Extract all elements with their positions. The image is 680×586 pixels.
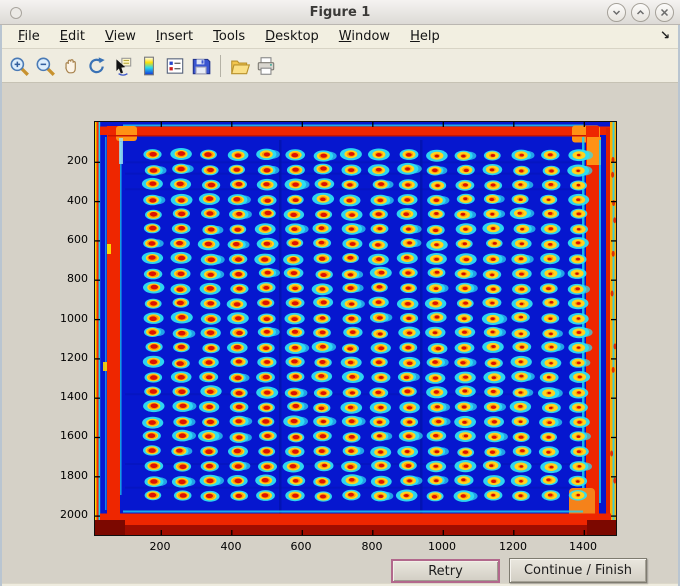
menubar: File Edit View Insert Tools Desktop Window Help… bbox=[2, 25, 678, 49]
y-tick-label: 600 bbox=[67, 233, 88, 246]
x-tick-label: 1200 bbox=[499, 540, 527, 553]
microarray-image bbox=[95, 122, 616, 535]
titlebar[interactable]: Figure 1 bbox=[0, 0, 680, 25]
menu-item-help[interactable]: Help bbox=[400, 27, 450, 46]
print-icon[interactable] bbox=[253, 53, 279, 79]
menu-item-desktop[interactable]: Desktop bbox=[255, 27, 329, 46]
plot-axes[interactable] bbox=[94, 121, 617, 536]
legend-icon[interactable] bbox=[162, 53, 188, 79]
window-menu-icon[interactable] bbox=[10, 7, 22, 19]
data-cursor-icon[interactable] bbox=[110, 53, 136, 79]
y-tick-label: 1800 bbox=[60, 469, 88, 482]
y-tick-label: 1400 bbox=[60, 390, 88, 403]
pan-icon[interactable] bbox=[58, 53, 84, 79]
dock-figure-icon[interactable]: ↘ bbox=[660, 28, 670, 42]
y-tick-label: 1600 bbox=[60, 429, 88, 442]
x-icon bbox=[660, 8, 669, 17]
save-icon[interactable] bbox=[188, 53, 214, 79]
window-controls bbox=[607, 3, 674, 22]
x-tick-label: 600 bbox=[290, 540, 312, 553]
x-tick-label: 200 bbox=[149, 540, 171, 553]
maximize-button[interactable] bbox=[631, 3, 650, 22]
minimize-button[interactable] bbox=[607, 3, 626, 22]
retry-button[interactable]: Retry bbox=[391, 559, 500, 583]
window-title: Figure 1 bbox=[309, 4, 371, 20]
zoom-in-icon[interactable] bbox=[6, 53, 32, 79]
colorbar-icon[interactable] bbox=[136, 53, 162, 79]
zoom-out-icon[interactable] bbox=[32, 53, 58, 79]
menu-item-file[interactable]: File bbox=[8, 27, 50, 46]
close-button[interactable] bbox=[655, 3, 674, 22]
open-folder-icon[interactable] bbox=[227, 53, 253, 79]
menu-item-edit[interactable]: Edit bbox=[50, 27, 95, 46]
chevron-down-icon bbox=[612, 8, 621, 17]
rotate-3d-icon[interactable] bbox=[84, 53, 110, 79]
y-tick-label: 200 bbox=[67, 154, 88, 167]
x-tick-label: 1400 bbox=[569, 540, 597, 553]
menu-item-view[interactable]: View bbox=[95, 27, 146, 46]
menu-item-tools[interactable]: Tools bbox=[203, 27, 255, 46]
x-tick-label: 400 bbox=[220, 540, 242, 553]
toolbar-separator bbox=[220, 54, 221, 77]
continue-finish-button[interactable]: Continue / Finish bbox=[509, 558, 647, 583]
y-tick-label: 400 bbox=[67, 194, 88, 207]
menu-item-window[interactable]: Window bbox=[329, 27, 400, 46]
figure-window: Figure 1 File Edit View Insert Tools Desktop W… bbox=[0, 0, 680, 586]
y-tick-label: 800 bbox=[67, 272, 88, 285]
y-tick-label: 2000 bbox=[60, 508, 88, 521]
chevron-up-icon bbox=[636, 8, 645, 17]
menu-item-insert[interactable]: Insert bbox=[146, 27, 203, 46]
x-tick-label: 800 bbox=[361, 540, 383, 553]
toolbar bbox=[2, 49, 678, 83]
figure-canvas: Retry Continue / Finish 200 400 600 800 1000… bbox=[2, 83, 678, 583]
y-tick-label: 1200 bbox=[60, 351, 88, 364]
x-tick-label: 1000 bbox=[428, 540, 456, 553]
y-tick-label: 1000 bbox=[60, 312, 88, 325]
